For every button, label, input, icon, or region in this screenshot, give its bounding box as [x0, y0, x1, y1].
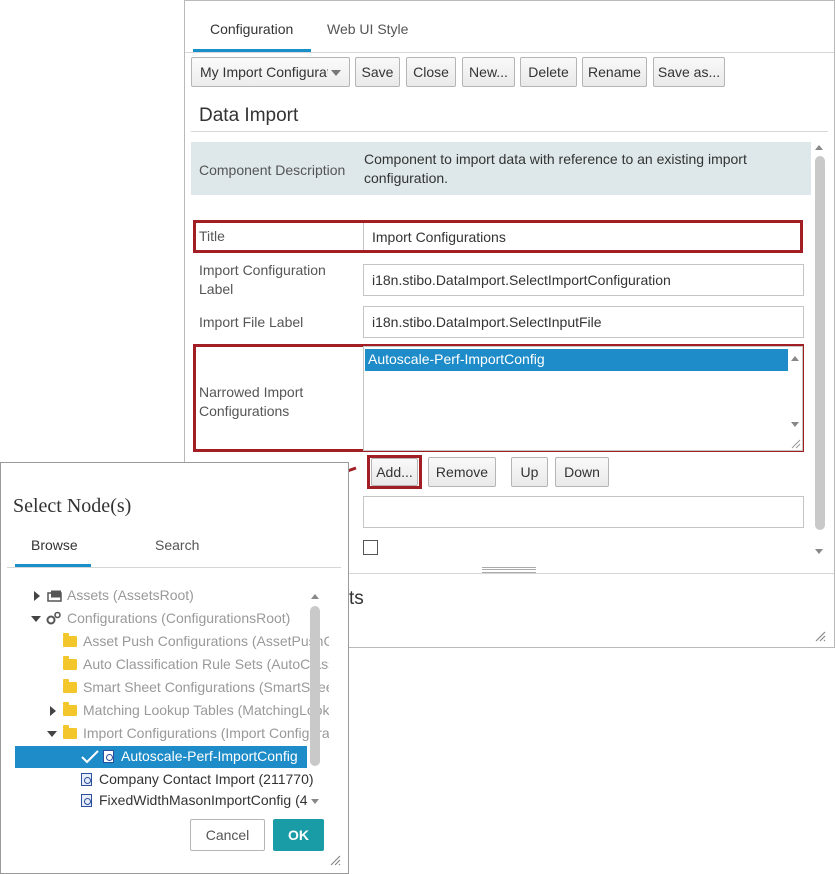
rename-button[interactable]: Rename [582, 57, 647, 87]
tree-node-label: Matching Lookup Tables (MatchingLookupTa… [83, 702, 329, 718]
down-button[interactable]: Down [555, 457, 609, 487]
select-node-dialog: Select Node(s) Browse Search Assets (Ass… [0, 462, 349, 874]
folder-icon [63, 702, 77, 716]
panel-scrollbar-thumb[interactable] [815, 156, 825, 530]
tree-node-label: Auto Classification Rule Sets (AutoClass… [83, 656, 329, 672]
tab-web-ui-style[interactable]: Web UI Style [327, 21, 408, 37]
tree-node-asset-push[interactable]: Asset Push Configurations (AssetPushConf… [7, 631, 329, 653]
tree-node-label: Asset Push Configurations (AssetPushConf… [83, 633, 329, 649]
tree-scrollbar-thumb[interactable] [310, 606, 320, 766]
save-button[interactable]: Save [355, 57, 400, 87]
folder-icon [63, 679, 77, 693]
ok-button[interactable]: OK [273, 819, 324, 851]
panel-scroll-up-icon[interactable] [815, 145, 823, 150]
configuration-select-value: My Import Configurations [200, 64, 328, 80]
up-button[interactable]: Up [511, 457, 548, 487]
title-field-divider [363, 223, 364, 250]
section-title: Data Import [199, 105, 299, 126]
tree-scroll-down-icon[interactable] [311, 799, 319, 804]
gears-icon [46, 611, 61, 625]
tab-search[interactable]: Search [155, 537, 199, 553]
component-description-label: Component Description [199, 162, 346, 178]
checkmark-icon [81, 750, 99, 764]
tree-node-company-contact[interactable]: Company Contact Import (211770) [7, 769, 317, 791]
text-input[interactable] [363, 496, 804, 528]
import-config-icon [103, 750, 114, 763]
expand-icon[interactable] [34, 591, 40, 601]
panel-resize-grip-icon[interactable] [814, 630, 826, 642]
add-button[interactable]: Add... [371, 458, 418, 486]
tab-browse[interactable]: Browse [31, 537, 78, 553]
section-divider [191, 131, 828, 132]
save-as-button[interactable]: Save as... [653, 57, 725, 87]
tree-node-fixed-width[interactable]: FixedWidthMasonImportConfig (4 [7, 790, 317, 812]
list-item[interactable]: Autoscale-Perf-ImportConfig [365, 349, 788, 371]
tree-node-autoscale-perf[interactable]: Autoscale-Perf-ImportConfig [15, 746, 307, 768]
folder-icon [63, 656, 77, 670]
tree-node-label: Configurations (ConfigurationsRoot) [67, 610, 291, 626]
delete-button[interactable]: Delete [520, 57, 577, 87]
resize-grip-icon[interactable] [789, 437, 801, 449]
tree-node-label: Import Configurations (Import Configurat… [83, 725, 329, 741]
import-configuration-label-input[interactable]: i18n.stibo.DataImport.SelectImportConfig… [363, 264, 804, 296]
tree-node-matching-lookup[interactable]: Matching Lookup Tables (MatchingLookupTa… [7, 700, 329, 722]
tree-node-configurations[interactable]: Configurations (ConfigurationsRoot) [7, 608, 317, 630]
narrowed-import-configurations-label: Narrowed Import Configurations [199, 384, 304, 419]
tree-node-smart-sheet[interactable]: Smart Sheet Configurations (SmartSheetCo… [7, 677, 329, 699]
title-input[interactable]: Import Configurations [372, 228, 506, 247]
tree-node-import-configurations[interactable]: Import Configurations (Import Configurat… [7, 723, 329, 745]
tree-node-label: Company Contact Import (211770) [99, 771, 314, 787]
tree-node-assets[interactable]: Assets (AssetsRoot) [7, 585, 307, 607]
collapse-icon[interactable] [31, 616, 41, 622]
tab-configuration[interactable]: Configuration [210, 21, 293, 37]
chevron-down-icon [331, 70, 341, 76]
import-file-label-label: Import File Label [199, 314, 304, 330]
tree-node-label: Assets (AssetsRoot) [67, 587, 194, 603]
tree-node-label: Autoscale-Perf-ImportConfig [121, 748, 298, 764]
checkbox[interactable] [363, 540, 378, 555]
tab-divider [185, 52, 834, 53]
import-file-label-input[interactable]: i18n.stibo.DataImport.SelectInputFile [363, 306, 804, 338]
expand-icon[interactable] [50, 706, 56, 716]
section-title-partial: ts [349, 588, 364, 609]
component-description-text: Component to import data with reference … [364, 151, 747, 186]
node-tree: Assets (AssetsRoot) Configurations (Conf… [7, 573, 329, 813]
title-label: Title [199, 228, 225, 244]
tree-node-label: FixedWidthMasonImportConfig (4 [99, 792, 308, 808]
import-config-icon [81, 794, 92, 807]
cancel-button[interactable]: Cancel [190, 819, 265, 851]
assets-icon [47, 590, 62, 602]
tree-node-auto-classification[interactable]: Auto Classification Rule Sets (AutoClass… [7, 654, 329, 676]
splitter-handle[interactable] [482, 567, 536, 573]
close-button[interactable]: Close [406, 57, 456, 87]
configuration-select[interactable]: My Import Configurations [191, 57, 350, 87]
folder-icon [63, 633, 77, 647]
folder-icon [63, 725, 77, 739]
import-configuration-label-label: Import Configuration Label [199, 262, 326, 297]
collapse-icon[interactable] [47, 731, 57, 737]
scroll-down-icon[interactable] [791, 422, 799, 427]
import-config-icon [81, 773, 92, 786]
new-button[interactable]: New... [462, 57, 515, 87]
dialog-resize-grip-icon[interactable] [329, 854, 341, 866]
splitter-handle-line [482, 569, 536, 570]
tab-divider [7, 567, 341, 568]
tree-node-label: Smart Sheet Configurations (SmartSheetCo… [83, 679, 329, 695]
scroll-up-icon[interactable] [791, 356, 799, 361]
dialog-title: Select Node(s) [13, 495, 132, 517]
tree-scroll-up-icon[interactable] [311, 594, 319, 599]
remove-button[interactable]: Remove [428, 457, 496, 487]
narrowed-import-configurations-list[interactable]: Autoscale-Perf-ImportConfig [363, 346, 803, 451]
panel-scroll-down-icon[interactable] [815, 549, 823, 554]
